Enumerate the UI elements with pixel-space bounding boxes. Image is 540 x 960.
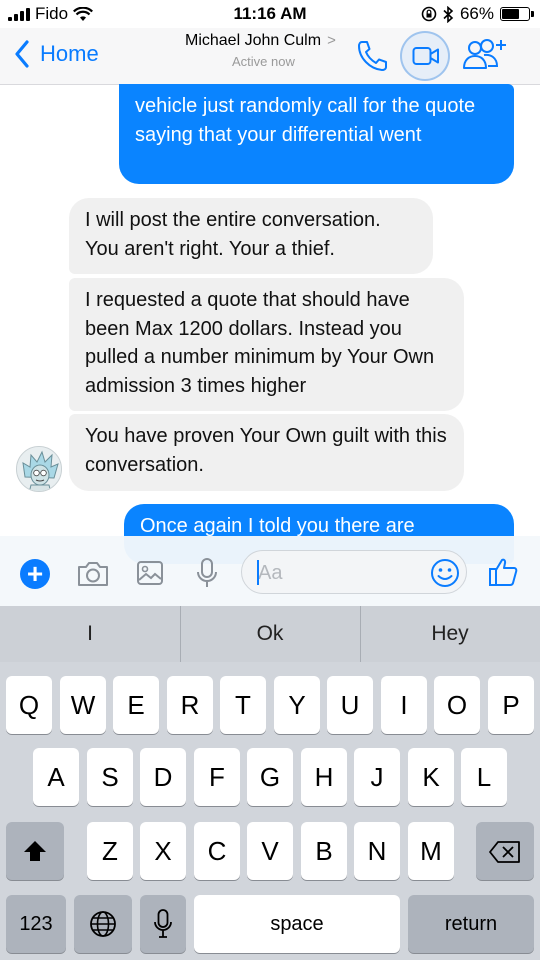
contact-info[interactable]: Michael John Culm > Active now bbox=[185, 32, 365, 69]
status-right: 66% bbox=[421, 4, 534, 24]
key-x[interactable]: X bbox=[140, 822, 186, 880]
key-k[interactable]: K bbox=[408, 748, 454, 806]
contact-name: Michael John Culm bbox=[185, 32, 322, 49]
contact-chevron-icon: > bbox=[327, 32, 336, 49]
key-r[interactable]: R bbox=[167, 676, 213, 734]
key-i[interactable]: I bbox=[381, 676, 427, 734]
contact-status: Active now bbox=[232, 54, 295, 69]
message-bubble-outgoing[interactable]: vehicle just randomly call for the quote… bbox=[119, 84, 514, 184]
key-h[interactable]: H bbox=[301, 748, 347, 806]
plus-icon: + bbox=[26, 558, 44, 589]
key-g[interactable]: G bbox=[247, 748, 293, 806]
phone-icon[interactable] bbox=[356, 39, 388, 73]
key-l[interactable]: L bbox=[461, 748, 507, 806]
globe-key[interactable] bbox=[74, 895, 132, 953]
shift-arrow-icon bbox=[24, 841, 46, 861]
key-p[interactable]: P bbox=[488, 676, 534, 734]
dictation-key[interactable] bbox=[140, 895, 186, 953]
key-e[interactable]: E bbox=[113, 676, 159, 734]
camera-icon[interactable] bbox=[76, 560, 110, 588]
return-key[interactable]: return bbox=[408, 895, 534, 953]
shift-key[interactable] bbox=[6, 822, 64, 880]
image-icon[interactable] bbox=[136, 560, 164, 586]
key-u[interactable]: U bbox=[327, 676, 373, 734]
key-y[interactable]: Y bbox=[274, 676, 320, 734]
key-j[interactable]: J bbox=[354, 748, 400, 806]
back-button[interactable]: Home bbox=[14, 40, 99, 68]
mic-icon bbox=[154, 909, 172, 938]
key-m[interactable]: M bbox=[408, 822, 454, 880]
video-call-button[interactable] bbox=[402, 33, 448, 79]
key-v[interactable]: V bbox=[247, 822, 293, 880]
key-z[interactable]: Z bbox=[87, 822, 133, 880]
numbers-key[interactable]: 123 bbox=[6, 895, 66, 953]
conversation-header: Home Michael John Culm > Active now bbox=[0, 28, 540, 85]
bluetooth-icon bbox=[443, 5, 454, 23]
plus-button[interactable]: + bbox=[20, 559, 50, 589]
emoji-icon[interactable] bbox=[430, 558, 460, 588]
avatar-image bbox=[17, 447, 61, 491]
status-bar: Fido 11:16 AM 66% bbox=[0, 0, 540, 28]
space-key[interactable]: space bbox=[194, 895, 400, 953]
message-input[interactable] bbox=[256, 559, 420, 587]
video-icon bbox=[412, 47, 439, 65]
delete-key[interactable] bbox=[476, 822, 534, 880]
suggestion-item[interactable]: I bbox=[0, 606, 180, 662]
thumbs-up-icon[interactable] bbox=[488, 557, 518, 587]
message-input-wrapper bbox=[241, 550, 467, 594]
key-c[interactable]: C bbox=[194, 822, 240, 880]
key-n[interactable]: N bbox=[354, 822, 400, 880]
chevron-left-icon bbox=[15, 40, 29, 68]
rotation-lock-icon bbox=[421, 6, 437, 22]
backspace-icon bbox=[489, 841, 520, 863]
key-w[interactable]: W bbox=[60, 676, 106, 734]
suggestion-bar: I Ok Hey bbox=[0, 606, 540, 662]
globe-icon bbox=[90, 911, 116, 937]
suggestion-item[interactable]: Ok bbox=[180, 606, 360, 662]
key-o[interactable]: O bbox=[434, 676, 480, 734]
add-people-icon[interactable] bbox=[462, 36, 510, 72]
message-bubble-incoming[interactable]: You have proven Your Own guilt with this… bbox=[69, 414, 464, 491]
key-d[interactable]: D bbox=[140, 748, 186, 806]
message-bubble-incoming[interactable]: I requested a quote that should have bee… bbox=[69, 278, 464, 411]
battery-icon bbox=[500, 7, 534, 21]
key-a[interactable]: A bbox=[33, 748, 79, 806]
key-f[interactable]: F bbox=[194, 748, 240, 806]
back-label: Home bbox=[40, 41, 99, 66]
key-s[interactable]: S bbox=[87, 748, 133, 806]
battery-percent: 66% bbox=[459, 4, 494, 23]
text-caret bbox=[257, 560, 259, 585]
mic-icon[interactable] bbox=[196, 557, 218, 589]
key-q[interactable]: Q bbox=[6, 676, 52, 734]
key-b[interactable]: B bbox=[301, 822, 347, 880]
message-bubble-incoming[interactable]: I will post the entire conversation. You… bbox=[69, 198, 433, 274]
key-t[interactable]: T bbox=[220, 676, 266, 734]
suggestion-item[interactable]: Hey bbox=[360, 606, 540, 662]
avatar[interactable] bbox=[16, 446, 62, 492]
